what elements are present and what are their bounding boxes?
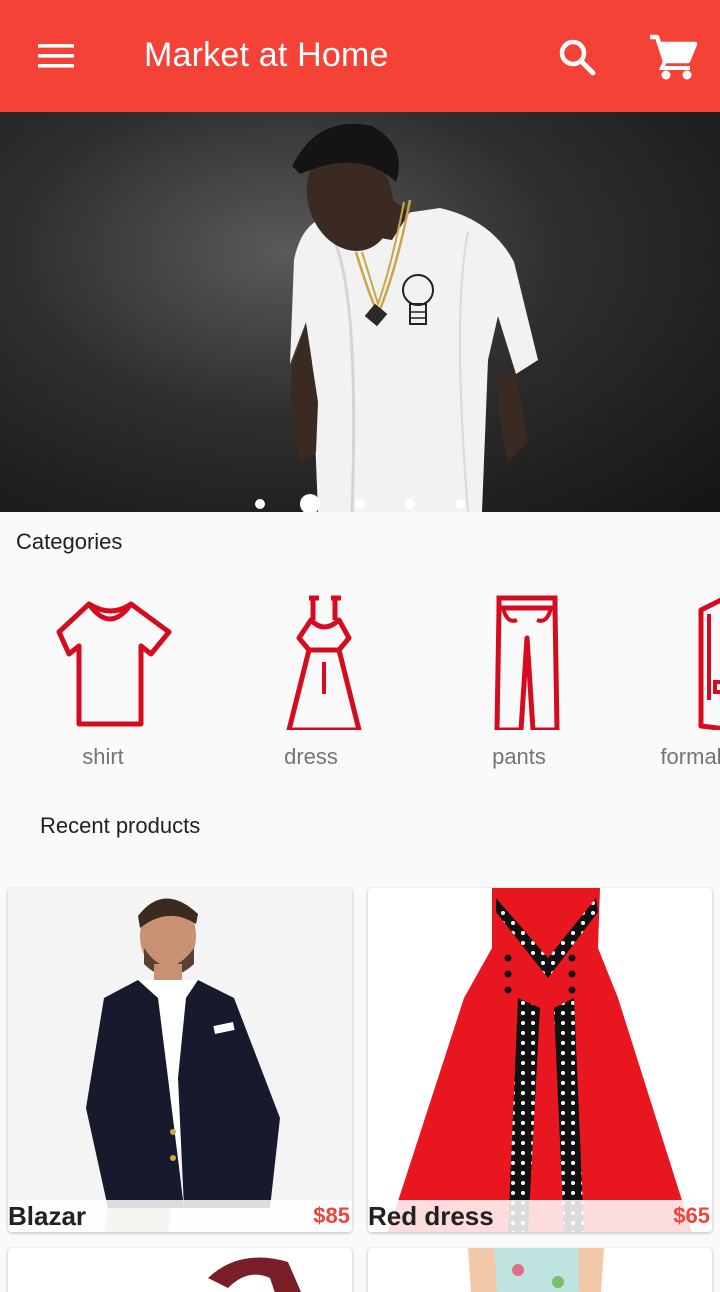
- category-label: pants: [492, 744, 546, 769]
- hero-image: [290, 123, 538, 512]
- shopping-cart-icon[interactable]: [644, 28, 700, 84]
- product-image: [468, 1248, 604, 1292]
- blazer-icon: [698, 597, 720, 730]
- product-image: [368, 888, 712, 1232]
- category-pants[interactable]: pants: [439, 590, 599, 780]
- product-price: $85: [313, 1203, 350, 1228]
- categories-title: Categories: [16, 529, 123, 554]
- pants-icon: [494, 595, 560, 730]
- product-image: [8, 888, 352, 1232]
- category-dress[interactable]: dress: [231, 590, 391, 780]
- search-icon[interactable]: [548, 28, 604, 84]
- product-card-blazar[interactable]: Blazar $85: [8, 888, 352, 1232]
- carousel-dot-active[interactable]: [300, 494, 320, 512]
- product-card-red-dress[interactable]: Red dress $65: [368, 888, 712, 1232]
- hero-carousel[interactable]: [0, 112, 720, 512]
- product-price: $65: [673, 1203, 710, 1228]
- carousel-dot[interactable]: [405, 499, 415, 509]
- category-label: shirt: [82, 744, 124, 769]
- carousel-indicators: [0, 494, 720, 512]
- carousel-dot[interactable]: [255, 499, 265, 509]
- dress-icon: [286, 595, 362, 730]
- category-label: dress: [284, 744, 338, 769]
- menu-icon[interactable]: [28, 32, 84, 80]
- product-name: Blazar: [8, 1201, 87, 1231]
- category-label: formal: [660, 744, 720, 769]
- shirt-icon: [56, 601, 172, 727]
- product-footer: Red dress $65: [368, 1200, 712, 1232]
- category-formal[interactable]: formal: [647, 590, 720, 780]
- recent-products-title: Recent products: [40, 813, 201, 838]
- product-card[interactable]: [8, 1248, 352, 1292]
- app-bar: Market at Home: [0, 0, 720, 112]
- product-image: [208, 1257, 302, 1292]
- product-footer: Blazar $85: [8, 1200, 352, 1232]
- category-shirt[interactable]: shirt: [23, 590, 183, 780]
- carousel-dot[interactable]: [455, 499, 465, 509]
- product-card[interactable]: [368, 1248, 712, 1292]
- carousel-dot[interactable]: [355, 499, 365, 509]
- app-title: Market at Home: [144, 36, 389, 74]
- product-name: Red dress: [368, 1201, 494, 1231]
